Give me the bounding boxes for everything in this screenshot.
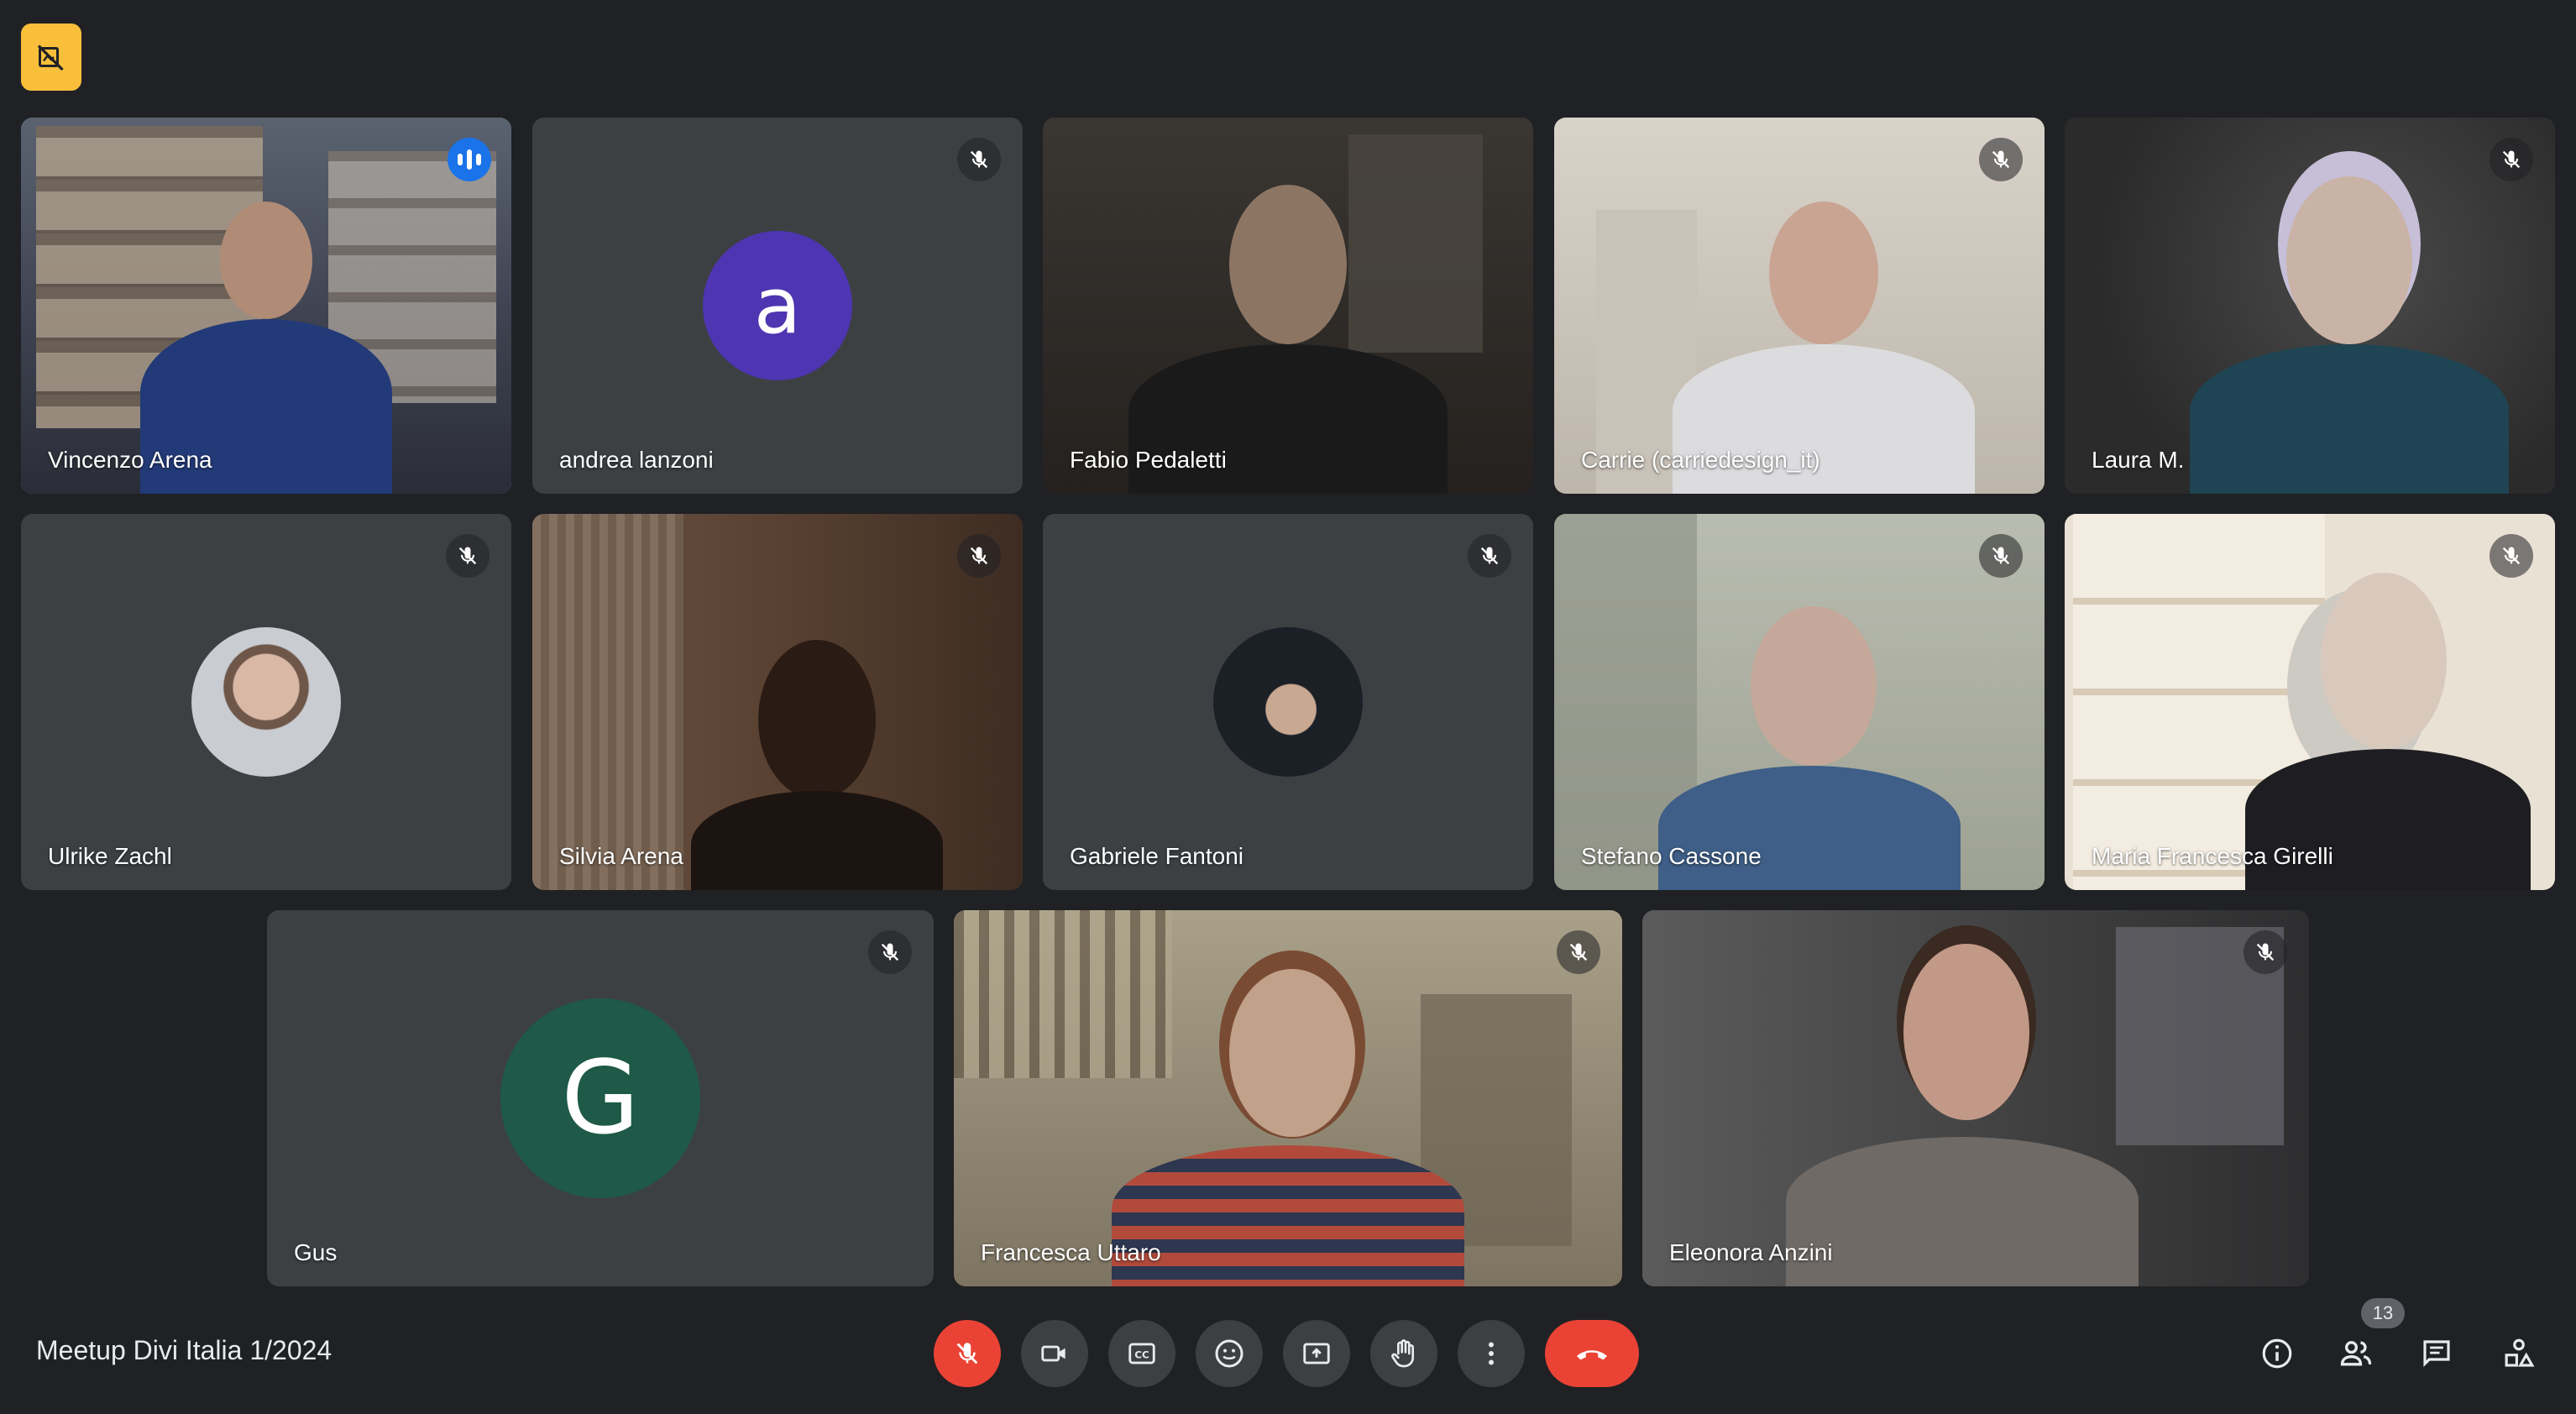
participant-name: Eleonora Anzini: [1669, 1239, 1833, 1265]
activities-icon: [2505, 1338, 2535, 1367]
participant-video: [1554, 118, 2045, 494]
participant-tile-laura-m[interactable]: Laura M.: [2065, 118, 2555, 494]
raise-hand-icon: [1391, 1339, 1414, 1368]
avatar: [191, 627, 341, 777]
end-call-button[interactable]: [1545, 1320, 1639, 1387]
mic-off-icon: [957, 534, 1001, 578]
participant-name: Ulrike Zachl: [48, 843, 172, 869]
end-call-icon: [1577, 1350, 1607, 1360]
chat-button[interactable]: [2410, 1327, 2463, 1380]
mic-off-icon: [446, 534, 490, 578]
people-button[interactable]: [2329, 1327, 2383, 1380]
camera-toggle-button[interactable]: [1021, 1320, 1088, 1387]
more-options-icon: [1489, 1342, 1494, 1365]
participant-tile-andrea-lanzoni[interactable]: a andrea lanzoni: [532, 118, 1023, 494]
participant-video: [21, 118, 511, 494]
participant-video: [2065, 514, 2555, 890]
more-options-button[interactable]: [1458, 1320, 1525, 1387]
mic-off-icon: [1979, 534, 2023, 578]
mic-off-icon: [956, 1343, 978, 1364]
participant-tile-carrie[interactable]: Carrie (carriedesign_it): [1554, 118, 2045, 494]
participant-video: [954, 910, 1622, 1286]
participant-name: Silvia Arena: [559, 843, 683, 869]
chat-icon: [2423, 1340, 2450, 1368]
people-icon: [2340, 1341, 2372, 1366]
mic-off-icon: [2244, 930, 2287, 974]
participant-tile-gabriele-fantoni[interactable]: Gabriele Fantoni: [1043, 514, 1533, 890]
meeting-title: Meetup Divi Italia 1/2024: [36, 1335, 332, 1365]
participant-tile-silvia-arena[interactable]: Silvia Arena: [532, 514, 1023, 890]
participant-name: Maria Francesca Girelli: [2092, 843, 2333, 869]
participant-tile-gus[interactable]: G Gus: [267, 910, 934, 1286]
mic-off-icon: [1557, 930, 1600, 974]
mic-off-icon: [1979, 138, 2023, 181]
speaking-indicator-icon: [448, 138, 491, 181]
participant-tile-fabio-pedaletti[interactable]: Fabio Pedaletti: [1043, 118, 1533, 494]
mic-off-icon: [2490, 534, 2533, 578]
participant-tile-stefano-cassone[interactable]: Stefano Cassone: [1554, 514, 2045, 890]
raise-hand-button[interactable]: [1370, 1320, 1437, 1387]
info-icon: [2262, 1338, 2292, 1369]
participant-count-badge: 13: [2361, 1298, 2405, 1328]
participant-video: [1554, 514, 2045, 890]
mic-off-icon: [2490, 138, 2533, 181]
present-screen-button[interactable]: [1283, 1320, 1350, 1387]
mic-toggle-button[interactable]: [934, 1320, 1001, 1387]
meet-stage: Vincenzo Arena a andrea lanzoni Fabio Pe…: [0, 0, 2576, 1414]
participant-name: Gus: [294, 1239, 338, 1265]
participant-tile-maria-francesca-girelli[interactable]: Maria Francesca Girelli: [2065, 514, 2555, 890]
captions-icon: CC: [1128, 1343, 1155, 1364]
emoji-icon: [1215, 1339, 1243, 1368]
participant-name: Stefano Cassone: [1581, 843, 1762, 869]
no-video-badge[interactable]: [21, 24, 81, 91]
mic-off-icon: [957, 138, 1001, 181]
participant-tile-vincenzo-arena[interactable]: Vincenzo Arena: [21, 118, 511, 494]
avatar: G: [500, 998, 700, 1198]
mic-off-icon: [868, 930, 912, 974]
no-video-icon: [37, 45, 64, 71]
participant-video: [532, 514, 1023, 890]
participant-name: Laura M.: [2092, 447, 2185, 473]
participant-name: Gabriele Fantoni: [1070, 843, 1244, 869]
activities-button[interactable]: [2492, 1327, 2546, 1380]
participant-name: Vincenzo Arena: [48, 447, 212, 473]
participant-video: [1642, 910, 2309, 1286]
avatar: [1213, 627, 1363, 777]
participant-name: andrea lanzoni: [559, 447, 714, 473]
participant-video: [1043, 118, 1533, 494]
captions-button[interactable]: CC: [1108, 1320, 1175, 1387]
participant-tile-eleonora-anzini[interactable]: Eleonora Anzini: [1642, 910, 2309, 1286]
avatar: a: [703, 231, 852, 380]
participant-name: Francesca Uttaro: [981, 1239, 1161, 1265]
present-icon: [1303, 1343, 1330, 1364]
meeting-details-button[interactable]: [2250, 1327, 2304, 1380]
participant-name: Fabio Pedaletti: [1070, 447, 1227, 473]
avatar-letter: G: [561, 1040, 640, 1157]
participant-tile-francesca-uttaro[interactable]: Francesca Uttaro: [954, 910, 1622, 1286]
svg-text:CC: CC: [1134, 1349, 1149, 1361]
avatar-letter: a: [753, 260, 802, 351]
participant-tile-ulrike-zachl[interactable]: Ulrike Zachl: [21, 514, 511, 890]
participant-video: [2065, 118, 2555, 494]
participant-name: Carrie (carriedesign_it): [1581, 447, 1820, 473]
mic-off-icon: [1468, 534, 1511, 578]
emoji-reactions-button[interactable]: [1196, 1320, 1263, 1387]
camera-icon: [1041, 1345, 1065, 1362]
